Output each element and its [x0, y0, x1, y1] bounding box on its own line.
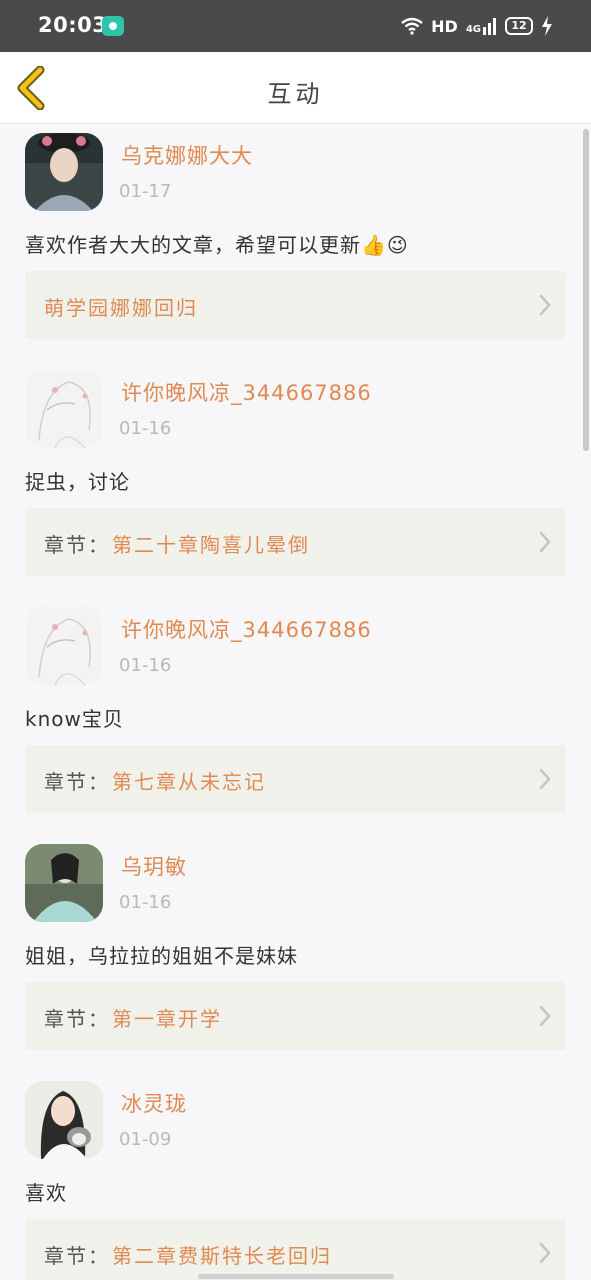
chapter-name: 第七章从未忘记 [112, 770, 266, 794]
battery-indicator: 12 [505, 17, 533, 35]
comment-date: 01-17 [119, 181, 172, 202]
avatar-image [25, 370, 103, 448]
chapter-link[interactable]: 萌学园娜娜回归 [25, 271, 566, 339]
avatar[interactable] [25, 133, 103, 211]
chapter-name: 第二章费斯特长老回归 [112, 1244, 332, 1268]
avatar[interactable] [25, 607, 103, 685]
username[interactable]: 乌玥敏 [121, 851, 187, 881]
chevron-right-icon [539, 294, 551, 316]
avatar[interactable] [25, 370, 103, 448]
hd-label: HD [431, 16, 458, 36]
chapter-prefix: 章节： [44, 770, 110, 794]
chapter-link[interactable]: 章节： 第二十章陶喜儿晕倒 [25, 508, 566, 576]
scrollbar[interactable] [581, 125, 589, 1275]
status-time: 20:03 [38, 13, 108, 37]
chevron-right-icon [539, 531, 551, 553]
home-indicator[interactable] [198, 1274, 394, 1279]
chapter-name: 第二十章陶喜儿晕倒 [112, 533, 310, 557]
avatar[interactable] [25, 844, 103, 922]
cellular-indicator: 4G [466, 17, 497, 35]
app-notification-icon [102, 16, 124, 36]
header: 互动 [0, 52, 591, 124]
chapter-prefix: 章节： [44, 1007, 110, 1031]
chevron-right-icon [539, 1242, 551, 1264]
chapter-link[interactable]: 章节： 第二章费斯特长老回归 [25, 1219, 566, 1280]
chapter-name: 第一章开学 [112, 1007, 222, 1031]
chapter-name: 萌学园娜娜回归 [44, 296, 198, 320]
chevron-right-icon [539, 768, 551, 790]
status-indicators: HD 4G 12 [401, 14, 553, 38]
wifi-icon [401, 17, 423, 35]
avatar-image [25, 607, 103, 685]
comment-date: 01-16 [119, 892, 172, 913]
username[interactable]: 冰灵珑 [121, 1088, 187, 1118]
comment-text: know宝贝 [25, 707, 124, 731]
chapter-prefix: 章节： [44, 533, 110, 557]
comment-list[interactable]: 乌克娜娜大大 01-17 喜欢作者大大的文章，希望可以更新👍😉 萌学园娜娜回归 … [0, 125, 591, 1280]
comment-text: 喜欢 [25, 1181, 67, 1205]
comment-date: 01-16 [119, 655, 172, 676]
username[interactable]: 许你晚风凉_344667886 [121, 614, 372, 644]
status-bar: 20:03 HD 4G 12 [0, 0, 591, 52]
avatar-image [25, 1081, 103, 1159]
page-title: 互动 [267, 80, 324, 108]
scrollbar-thumb[interactable] [583, 129, 589, 451]
chapter-link[interactable]: 章节： 第七章从未忘记 [25, 745, 566, 813]
chapter-prefix: 章节： [44, 1244, 110, 1268]
cellular-label: 4G [465, 24, 481, 35]
comment-date: 01-09 [119, 1129, 172, 1150]
chapter-link[interactable]: 章节： 第一章开学 [25, 982, 566, 1050]
comment-text: 姐姐，乌拉拉的姐姐不是妹妹 [25, 944, 298, 968]
comment-text: 捉虫，讨论 [25, 470, 130, 494]
charging-icon [542, 16, 552, 36]
comment-text: 喜欢作者大大的文章，希望可以更新👍😉 [25, 233, 409, 257]
username[interactable]: 许你晚风凉_344667886 [121, 377, 372, 407]
avatar-image [25, 133, 103, 211]
avatar-image [25, 844, 103, 922]
signal-icon [483, 18, 496, 35]
avatar[interactable] [25, 1081, 103, 1159]
chevron-right-icon [539, 1005, 551, 1027]
username[interactable]: 乌克娜娜大大 [121, 140, 253, 170]
comment-date: 01-16 [119, 418, 172, 439]
